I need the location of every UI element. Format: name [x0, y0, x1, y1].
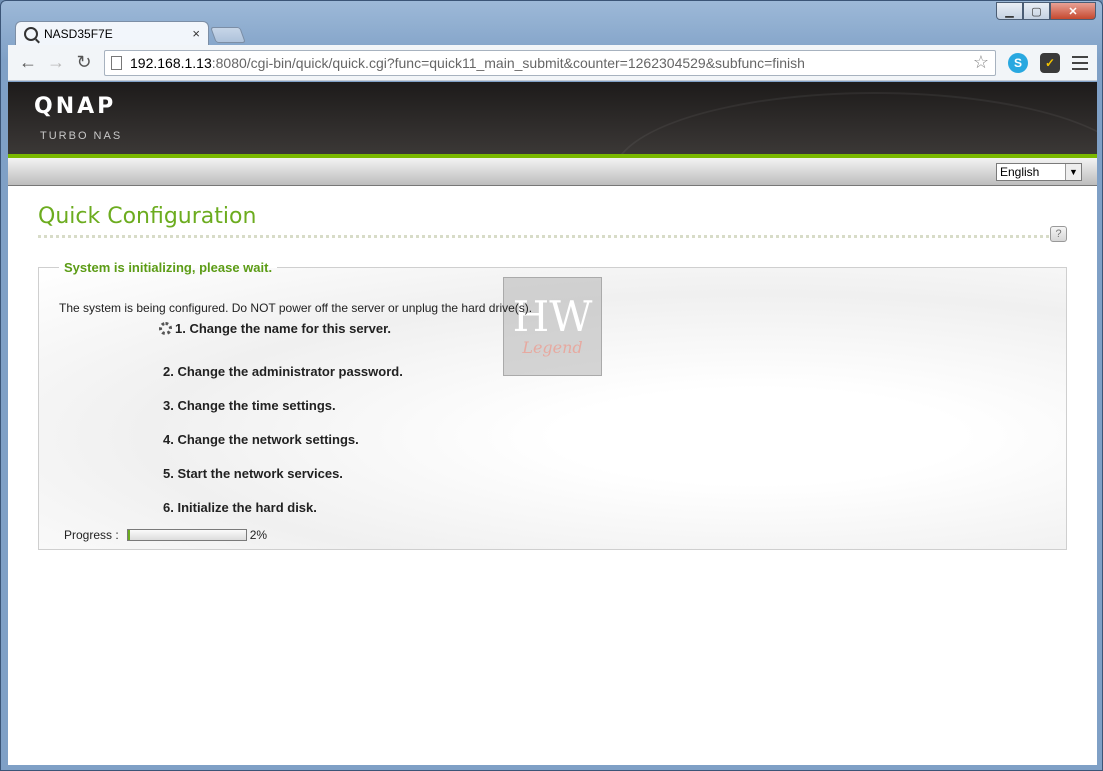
help-icon[interactable]: ? — [1050, 226, 1067, 242]
page-title: Quick Configuration — [38, 204, 1067, 238]
qnap-header: QNAP TURBO NAS — [8, 82, 1097, 154]
watermark-sub: Legend — [522, 338, 583, 357]
page-icon — [111, 55, 122, 70]
page-content: QNAP TURBO NAS English ▼ Quick Configura… — [8, 82, 1097, 765]
browser-tab[interactable]: NASD35F7E × — [15, 21, 209, 45]
loading-spinner-icon — [159, 321, 172, 335]
url-path: :8080/cgi-bin/quick/quick.cgi?func=quick… — [211, 54, 805, 71]
qnap-favicon-icon — [24, 26, 38, 41]
watermark-logo: HW Legend — [503, 277, 602, 376]
step-item: 5. Start the network services. — [163, 465, 343, 481]
browser-window: ▁ ▢ ✕ NASD35F7E × ← → ↻ 192.168.1.13 :80… — [0, 0, 1103, 771]
qnap-logo: QNAP — [34, 94, 117, 119]
language-select[interactable]: English ▼ — [996, 163, 1082, 181]
step-item: 6. Initialize the hard disk. — [163, 499, 317, 515]
forward-icon[interactable]: → — [42, 49, 70, 77]
bookmark-star-icon[interactable]: ☆ — [973, 52, 989, 73]
back-icon[interactable]: ← — [14, 49, 42, 77]
reload-icon[interactable]: ↻ — [70, 49, 98, 77]
init-status-panel: System is initializing, please wait. HW … — [38, 260, 1067, 550]
window-controls: ▁ ▢ ✕ — [996, 2, 1096, 20]
skype-extension-icon[interactable]: S — [1008, 52, 1028, 73]
step-item: 4. Change the network settings. — [163, 431, 359, 447]
extension-icon[interactable]: ✓ — [1040, 52, 1060, 73]
step-item: 3. Change the time settings. — [163, 397, 336, 413]
turbo-nas-label: TURBO NAS — [40, 130, 123, 142]
language-value: English — [1000, 165, 1040, 179]
tab-close-icon[interactable]: × — [192, 26, 200, 41]
language-bar: English ▼ — [8, 158, 1097, 186]
chevron-down-icon: ▼ — [1065, 164, 1081, 180]
address-bar[interactable]: 192.168.1.13 :8080/cgi-bin/quick/quick.c… — [104, 49, 996, 76]
warning-message: The system is being configured. Do NOT p… — [59, 301, 533, 315]
maximize-button[interactable]: ▢ — [1023, 2, 1050, 20]
main-content: Quick Configuration ? System is initiali… — [8, 204, 1097, 550]
step-label: 1. Change the name for this server. — [175, 320, 392, 336]
progress-fill — [127, 530, 131, 540]
status-legend: System is initializing, please wait. — [64, 260, 273, 275]
progress-row: Progress : 2% — [64, 528, 267, 542]
minimize-button[interactable]: ▁ — [996, 2, 1023, 20]
progress-label: Progress : — [64, 528, 119, 542]
browser-toolbar: ← → ↻ 192.168.1.13 :8080/cgi-bin/quick/q… — [8, 45, 1097, 81]
steps-list: 1. Change the name for this server. 2. C… — [159, 317, 403, 524]
tab-title: NASD35F7E — [44, 26, 113, 41]
progress-percent: 2% — [249, 528, 268, 542]
close-window-button[interactable]: ✕ — [1050, 2, 1096, 20]
step-item: 2. Change the administrator password. — [163, 363, 403, 379]
url-host: 192.168.1.13 — [130, 54, 212, 71]
browser-menu-icon[interactable] — [1072, 55, 1088, 70]
step-item: 1. Change the name for this server. — [159, 317, 403, 339]
new-tab-button[interactable] — [210, 27, 246, 43]
progress-bar — [126, 529, 247, 541]
